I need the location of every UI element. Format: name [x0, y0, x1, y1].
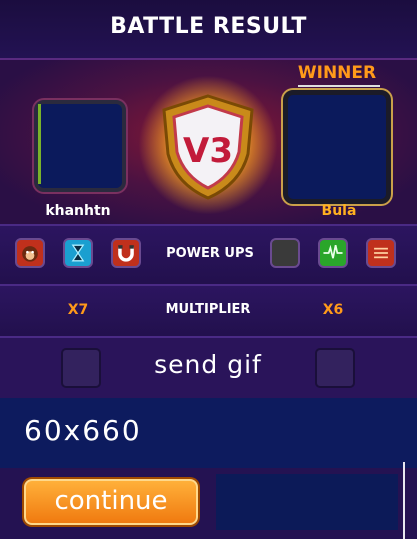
divider	[403, 462, 405, 539]
power-ups-label: POWER UPS	[166, 246, 254, 261]
send-gif-label: send gif	[154, 350, 262, 379]
opponent-name: Bula	[321, 203, 357, 219]
footer-slot	[216, 474, 398, 530]
player-avatar	[34, 100, 126, 192]
player-multiplier: X7	[67, 302, 89, 318]
multiplier-label: MULTIPLIER	[165, 302, 251, 317]
empty-slot-icon	[270, 238, 300, 268]
vs-shield-icon: V3	[162, 94, 254, 200]
gif-slot-left[interactable]	[61, 348, 101, 388]
winner-badge: WINNER	[297, 63, 377, 83]
magnet-icon[interactable]	[111, 238, 141, 268]
opponent-multiplier: X6	[322, 302, 344, 318]
winner-underline	[298, 85, 380, 87]
vs-emblem-text: V3	[183, 131, 233, 171]
heartbeat-icon[interactable]	[318, 238, 348, 268]
sliders-icon[interactable]	[366, 238, 396, 268]
hourglass-icon[interactable]	[63, 238, 93, 268]
page-title: BATTLE RESULT	[110, 14, 307, 39]
gif-slot-right[interactable]	[315, 348, 355, 388]
ad-size-text: 60x660	[24, 414, 142, 447]
continue-button[interactable]: continue	[24, 479, 198, 525]
monkey-face-icon[interactable]	[15, 238, 45, 268]
player-name: khanhtn	[45, 203, 111, 219]
opponent-avatar	[283, 90, 391, 204]
